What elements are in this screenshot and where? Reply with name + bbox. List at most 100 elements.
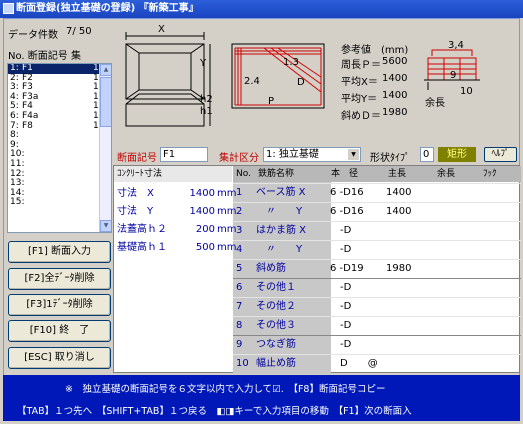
rebar-name: その他１ [256,282,296,293]
group-select[interactable]: 1: 独立基礎 ▼ [263,147,361,162]
rebar-name: 斜め筋 [256,263,286,274]
hdr-hook: ﾌｯｸ [483,169,497,179]
rebar-name: 幅止め筋 [256,358,296,369]
concrete-label: 法蓋高ｈ２ [117,224,167,235]
rebar-name: その他２ [256,301,296,312]
ref-d-value: 1980 [382,107,408,118]
dim-x-label: X [158,24,165,35]
hdr-main: 主長 [388,169,407,179]
rebar-dia[interactable]: 6 -D19 [330,260,364,278]
rebar-p-label: P [268,96,275,107]
rebar-row[interactable]: 1 ベース筋 X 6 -D16 1400 [233,183,521,201]
concrete-row[interactable]: 法蓋高ｈ２ 200 mm [117,221,236,239]
shape-name-button[interactable]: 矩形 [438,147,476,162]
rebar-dia[interactable]: -D [330,279,351,297]
rebar-row[interactable]: 2 〃 Y 6 -D16 1400 [233,202,521,220]
hdr-extra: 余長 [437,169,456,179]
rebar-name: その他３ [256,320,296,331]
section-code-label: 断面記号 [117,153,157,164]
concrete-row[interactable]: 寸法 Y 1400 mm [117,203,236,221]
rebar-dia[interactable]: -D [330,317,351,335]
concrete-label: 寸法 X [117,188,154,199]
rebar-name: 〃 Y [256,206,303,217]
rebar-no: 6 [236,282,243,293]
rebar-dia[interactable]: 6 -D16 [330,184,364,202]
list-item[interactable]: 7: F8 1 [8,120,111,132]
rebar-no: 9 [236,339,243,350]
status-bar: ※ 独立基礎の断面記号を６文字以内で入力して☑. 【F8】断面記号コピー 【TA… [3,375,520,421]
concrete-row[interactable]: 寸法 X 1400 mm [117,185,236,203]
rebar-name: 〃 Y [256,244,303,255]
side-9-label: 9 [450,70,457,81]
concrete-label: 寸法 Y [117,206,154,217]
rebar-dia[interactable]: -D [330,298,351,316]
rebar-no: 5 [236,263,243,274]
rebar-len[interactable]: 1400 [386,184,411,202]
rebar-name: はかま筋 X [256,225,307,236]
dim-y-label: Y [200,58,207,69]
reference-title: 参考値 (mm) [341,45,409,56]
input-grid: ｺﾝｸﾘｰﾄ寸法 No. 鉄筋名称 本 径 主長 余長 ﾌｯｸ 寸法 X 1400… [113,165,521,374]
rebar-row[interactable]: 4 〃 Y -D [233,240,521,258]
dim-h1-label: h1 [200,106,213,117]
list-item-no: 15: [10,197,25,208]
rebar-no: 2 [236,206,243,217]
list-item[interactable]: 15: [8,198,111,208]
list-item[interactable]: 8: [8,131,111,141]
hdr-no: No. [236,169,251,179]
concrete-value[interactable]: 500 [189,239,215,257]
rebar-row[interactable]: 10 幅止め筋 D @ [233,354,521,372]
rebar-header: No. 鉄筋名称 本 径 主長 余長 ﾌｯｸ [233,166,521,182]
rebar-dia[interactable]: -D [330,336,351,354]
section-code-input[interactable]: F1 [160,147,208,162]
rebar-dia[interactable]: 6 -D16 [330,203,364,221]
concrete-value[interactable]: 1400 [189,203,215,221]
dim-h2-label: h2 [200,94,213,105]
rebar-no: 10 [236,358,249,369]
ref-x-label: 平均X＝ [341,77,378,88]
status-line-2: 【TAB】１つ先へ 【SHIFT+TAB】１つ戻る ◧◨キーで入力項目の移動 【… [17,406,412,417]
side-34-label: 3,4 [448,40,464,51]
concrete-row[interactable]: 基礎高ｈ１ 500 mm [117,239,236,257]
rebar-dia[interactable]: -D [330,222,351,240]
help-button[interactable]: ﾍﾙﾌﾟ [484,147,517,162]
rebar-len[interactable]: 1400 [386,203,411,221]
chevron-down-icon[interactable]: ▼ [348,149,359,160]
rebar-len[interactable]: 1980 [386,260,411,278]
hdr-name: 鉄筋名称 [258,169,295,179]
f1-section-input-button[interactable]: [F1] 断面入力 [8,241,111,263]
list-scrollbar[interactable]: ▲ ▼ [99,64,111,232]
data-count-value: 7/ 50 [66,26,92,37]
rebar-dia[interactable]: -D [330,241,351,259]
rebar-no: 7 [236,301,243,312]
list-item-count: 1 [93,120,99,131]
scroll-up-icon[interactable]: ▲ [100,64,111,76]
list-header: No. 断面記号 集 [8,51,81,62]
f2-delete-all-button[interactable]: [F2]全ﾃﾞｰﾀ削除 [8,268,111,290]
f10-exit-button[interactable]: [F10] 終 了 [8,320,111,342]
rebar-13-label: 1.3 [283,57,299,68]
rebar-name: つなぎ筋 [256,339,296,350]
rebar-row[interactable]: 3 はかま筋 X -D [233,221,521,239]
status-line-1: ※ 独立基礎の断面記号を６文字以内で入力して☑. 【F8】断面記号コピー [65,384,386,395]
window-title: 断面登録(独立基礎の登録) 『新築工事』 [16,3,199,14]
hdr-dia: 本 径 [331,169,359,179]
scroll-down-icon[interactable]: ▼ [100,220,111,232]
section-list[interactable]: 1: F1 1 2: F2 1 3: F3 1 4: F3a 1 5: F4 1 6: F4a 1 7: F8 1 8: 9… [7,63,112,233]
rebar-row[interactable]: 8 その他３ -D [233,316,521,334]
rebar-row[interactable]: 7 その他２ -D [233,297,521,315]
scroll-thumb[interactable] [100,77,111,127]
esc-cancel-button[interactable]: [ESC] 取り消し [8,347,111,369]
rebar-no: 8 [236,320,243,331]
concrete-value[interactable]: 200 [189,221,215,239]
list-item-code: F8 [22,120,33,131]
ref-x-value: 1400 [382,73,408,84]
rebar-row[interactable]: 6 その他１ -D [233,278,521,296]
rebar-row[interactable]: 5 斜め筋 6 -D19 1980 [233,259,521,277]
rebar-row[interactable]: 9 つなぎ筋 -D [233,335,521,353]
shape-type-input[interactable]: 0 [420,147,434,162]
rebar-dia[interactable]: D @ [330,355,378,373]
shape-type-label: 形状ﾀｲﾌﾟ [370,153,410,164]
concrete-value[interactable]: 1400 [189,185,215,203]
f3-delete-one-button[interactable]: [F3]1ﾃﾞｰﾀ削除 [8,294,111,316]
